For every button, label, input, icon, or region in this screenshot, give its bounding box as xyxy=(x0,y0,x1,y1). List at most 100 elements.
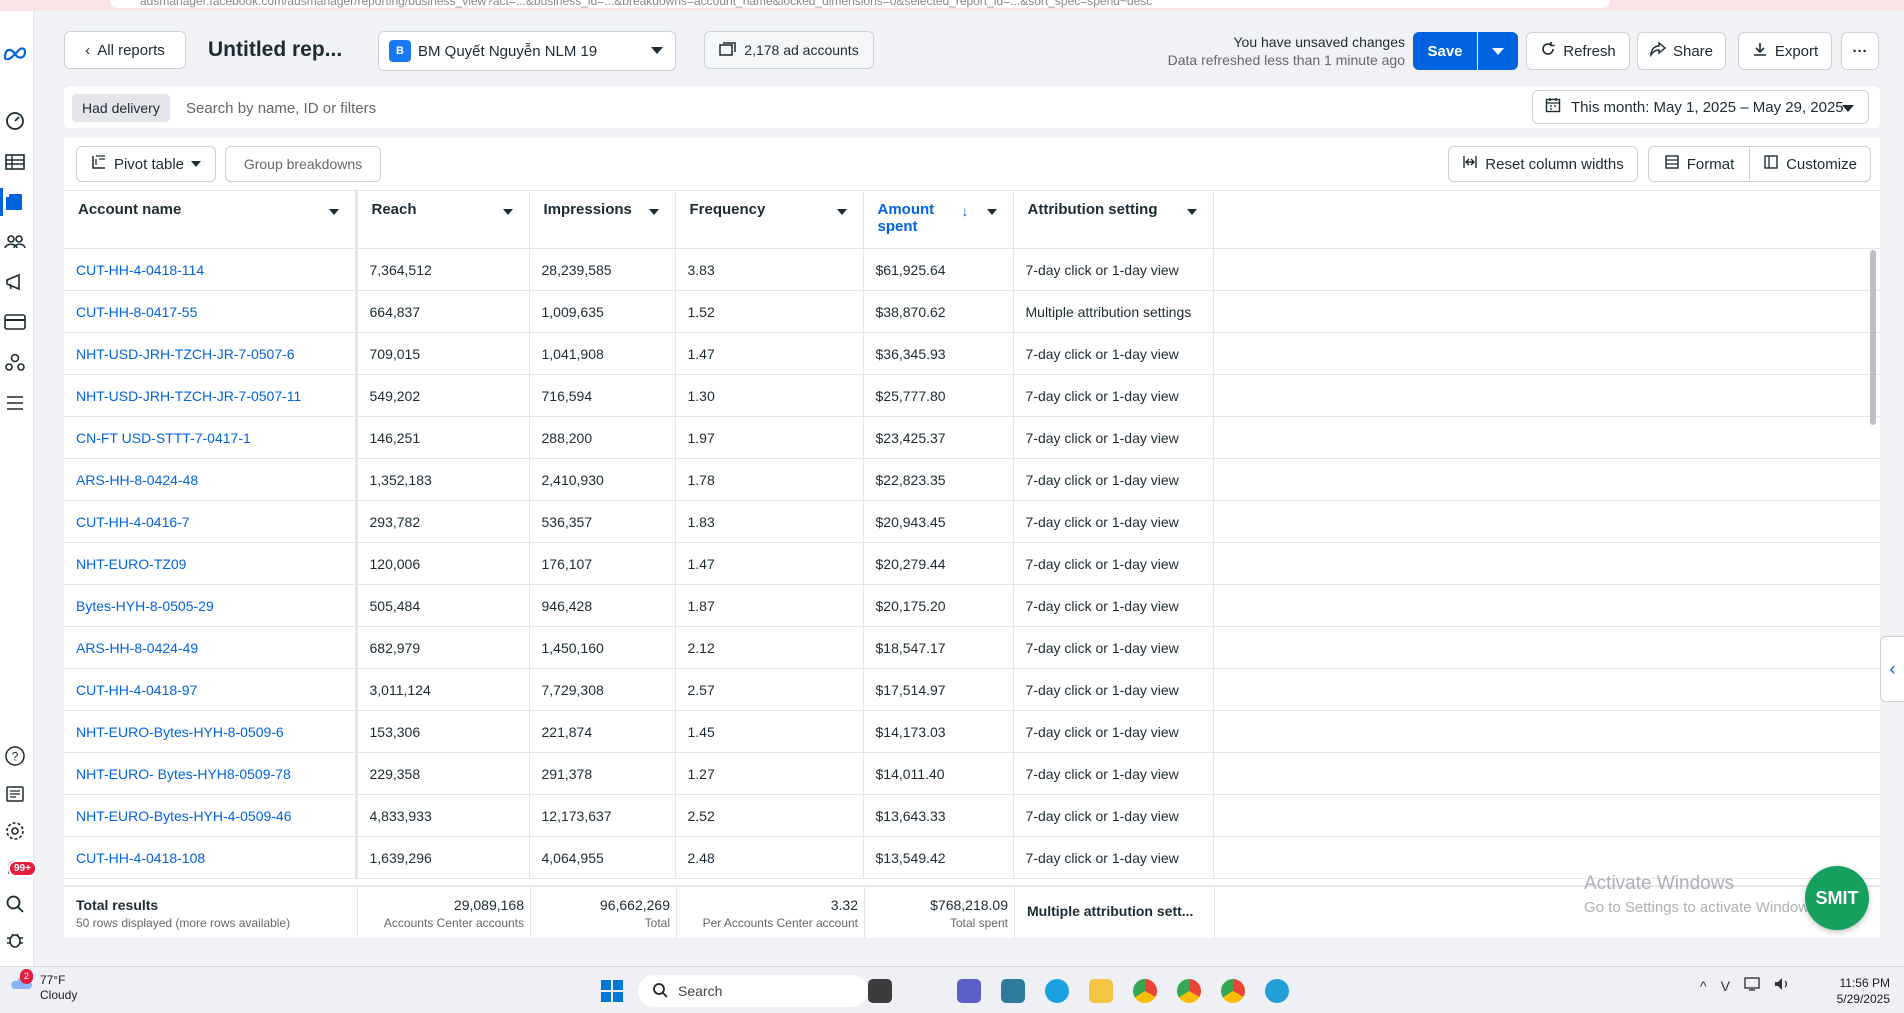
table-row[interactable]: CUT-HH-4-0418-114 7,364,512 28,239,585 3.83… xyxy=(64,248,1880,291)
table-icon[interactable] xyxy=(3,150,27,174)
table-row[interactable]: CUT-HH-8-0417-55 664,837 1,009,635 1.52 $38,… xyxy=(64,290,1880,333)
chevron-up-icon[interactable]: ^ xyxy=(1700,978,1707,994)
taskbar-search[interactable]: Search xyxy=(638,975,868,1007)
telegram-icon[interactable] xyxy=(1265,979,1289,1003)
business-selector[interactable]: B BM Quyết Nguyễn NLM 19 xyxy=(378,31,676,71)
pivot-table-button[interactable]: Pivot table xyxy=(76,146,216,182)
file-explorer-icon[interactable] xyxy=(1089,979,1113,1003)
reset-column-widths-button[interactable]: Reset column widths xyxy=(1448,146,1638,182)
column-menu-icon[interactable] xyxy=(1186,209,1197,215)
copilot-icon[interactable] xyxy=(913,979,937,1003)
column-menu-icon[interactable] xyxy=(502,209,513,215)
business-settings-icon[interactable] xyxy=(3,350,27,374)
chrome-profile-icon[interactable] xyxy=(1177,979,1201,1003)
account-name-link[interactable]: CUT-HH-4-0418-108 xyxy=(76,850,205,866)
side-panel-toggle[interactable]: ‹ xyxy=(1880,636,1904,702)
weather-widget[interactable]: 2 77°F Cloudy xyxy=(8,969,77,1003)
table-row[interactable]: NHT-USD-JRH-TZCH-JR-7-0507-11 549,202 716,… xyxy=(64,374,1880,417)
table-row[interactable]: Bytes-HYH-8-0505-29 505,484 946,428 1.87 $20… xyxy=(64,584,1880,627)
account-name-link[interactable]: NHT-USD-JRH-TZCH-JR-7-0507-11 xyxy=(76,388,301,404)
reports-icon[interactable] xyxy=(0,188,27,216)
frequency-cell: 1.83 xyxy=(675,500,864,543)
windows-start-icon[interactable] xyxy=(600,979,624,1003)
account-name-link[interactable]: NHT-EURO-Bytes-HYH-8-0509-6 xyxy=(76,724,284,740)
group-breakdowns-button[interactable]: Group breakdowns xyxy=(225,146,381,182)
search-filter-input[interactable] xyxy=(186,94,886,122)
table-row-filler xyxy=(1213,500,1880,543)
export-button[interactable]: Export xyxy=(1738,32,1832,70)
ad-accounts-button[interactable]: 2,178 ad accounts xyxy=(704,31,874,69)
more-options-button[interactable]: ··· xyxy=(1841,32,1879,70)
account-name-link[interactable]: ARS-HH-8-0424-49 xyxy=(76,640,198,656)
smit-chat-button[interactable]: SMIT xyxy=(1805,866,1869,930)
help-icon[interactable]: ? xyxy=(3,744,27,768)
bug-report-icon[interactable] xyxy=(3,928,27,952)
task-view-icon[interactable] xyxy=(868,979,892,1003)
account-name-link[interactable]: NHT-EURO-Bytes-HYH-4-0509-46 xyxy=(76,808,292,824)
total-impressions: 96,662,269 xyxy=(599,897,670,913)
account-name-link[interactable]: CUT-HH-8-0417-55 xyxy=(76,304,197,320)
table-row[interactable]: CN-FT USD-STTT-7-0417-1 146,251 288,200 1.9… xyxy=(64,416,1880,459)
account-name-link[interactable]: Bytes-HYH-8-0505-29 xyxy=(76,598,214,614)
vpn-icon[interactable]: V xyxy=(1721,978,1730,994)
table-row[interactable]: NHT-EURO-TZ09 120,006 176,107 1.47 $20,279.4… xyxy=(64,542,1880,585)
save-button[interactable]: Save xyxy=(1413,32,1477,70)
column-menu-icon[interactable] xyxy=(836,209,847,215)
table-row[interactable]: NHT-EURO- Bytes-HYH8-0509-78 229,358 291,3… xyxy=(64,752,1880,795)
audience-icon[interactable] xyxy=(3,230,27,254)
teams-icon[interactable] xyxy=(957,979,981,1003)
chrome-icon[interactable] xyxy=(1133,979,1157,1003)
account-name-link[interactable]: CN-FT USD-STTT-7-0417-1 xyxy=(76,430,251,446)
format-button[interactable]: Format xyxy=(1648,146,1750,182)
table-row[interactable]: ARS-HH-8-0424-48 1,352,183 2,410,930 1.78 $2… xyxy=(64,458,1880,501)
menu-icon[interactable] xyxy=(3,391,27,415)
settings-gear-icon[interactable] xyxy=(3,819,27,843)
column-header-impressions[interactable]: Impressions xyxy=(529,190,676,249)
network-icon[interactable] xyxy=(1744,977,1760,994)
share-button[interactable]: Share xyxy=(1637,32,1726,70)
chrome-profile-icon[interactable] xyxy=(1221,979,1245,1003)
account-name-link[interactable]: NHT-EURO-TZ09 xyxy=(76,556,186,572)
column-header-attribution-setting[interactable]: Attribution setting xyxy=(1013,190,1214,249)
volume-icon[interactable] xyxy=(1774,977,1790,994)
table-row[interactable]: CUT-HH-4-0416-7 293,782 536,357 1.83 $20,943… xyxy=(64,500,1880,543)
table-row[interactable]: NHT-USD-JRH-TZCH-JR-7-0507-6 709,015 1,041… xyxy=(64,332,1880,375)
table-row-filler xyxy=(1213,668,1880,711)
search-icon[interactable] xyxy=(3,892,27,916)
frequency-cell: 1.30 xyxy=(675,374,864,417)
report-title[interactable]: Untitled rep... xyxy=(208,38,342,62)
save-options-dropdown[interactable] xyxy=(1478,32,1518,70)
column-header-frequency[interactable]: Frequency xyxy=(675,190,864,249)
refresh-button[interactable]: Refresh xyxy=(1526,32,1630,70)
table-row[interactable]: NHT-EURO-Bytes-HYH-8-0509-6 153,306 221,87… xyxy=(64,710,1880,753)
filter-chip-had-delivery[interactable]: Had delivery xyxy=(72,94,170,122)
dashboard-icon[interactable] xyxy=(3,109,27,133)
account-name-link[interactable]: NHT-EURO- Bytes-HYH8-0509-78 xyxy=(76,766,291,782)
date-range-picker[interactable]: This month: May 1, 2025 – May 29, 2025 xyxy=(1532,90,1869,124)
table-row[interactable]: CUT-HH-4-0418-97 3,011,124 7,729,308 2.57 $1… xyxy=(64,668,1880,711)
megaphone-icon[interactable] xyxy=(3,270,27,294)
news-icon[interactable] xyxy=(3,782,27,806)
account-name-link[interactable]: CUT-HH-4-0416-7 xyxy=(76,514,190,530)
billing-card-icon[interactable] xyxy=(3,310,27,334)
column-header-reach[interactable]: Reach xyxy=(356,190,530,249)
customize-button[interactable]: Customize xyxy=(1749,146,1871,182)
account-name-link[interactable]: CUT-HH-4-0418-97 xyxy=(76,682,197,698)
account-name-link[interactable]: CUT-HH-4-0418-114 xyxy=(76,262,204,278)
column-header-amount-spent[interactable]: Amount spent ↓ xyxy=(863,190,1014,249)
account-name-link[interactable]: NHT-USD-JRH-TZCH-JR-7-0507-6 xyxy=(76,346,295,362)
edge-browser-icon[interactable] xyxy=(1045,979,1069,1003)
account-name-link[interactable]: ARS-HH-8-0424-48 xyxy=(76,472,198,488)
all-reports-button[interactable]: ‹ All reports xyxy=(64,31,186,69)
table-row[interactable]: ARS-HH-8-0424-49 682,979 1,450,160 2.12 $18,… xyxy=(64,626,1880,669)
snipping-tool-icon[interactable] xyxy=(1001,979,1025,1003)
column-menu-icon[interactable] xyxy=(648,209,659,215)
column-header-account-name[interactable]: Account name xyxy=(64,190,358,249)
column-menu-icon[interactable] xyxy=(986,209,997,215)
column-menu-icon[interactable] xyxy=(328,209,339,215)
address-bar[interactable]: adsmanager.facebook.com/adsmanager/repor… xyxy=(110,0,1610,8)
table-vertical-scrollbar[interactable] xyxy=(1870,250,1876,425)
table-row[interactable]: NHT-EURO-Bytes-HYH-4-0509-46 4,833,933 12,… xyxy=(64,794,1880,837)
meta-logo-icon[interactable] xyxy=(3,41,27,65)
system-clock[interactable]: 11:56 PM 5/29/2025 xyxy=(1820,975,1890,1007)
